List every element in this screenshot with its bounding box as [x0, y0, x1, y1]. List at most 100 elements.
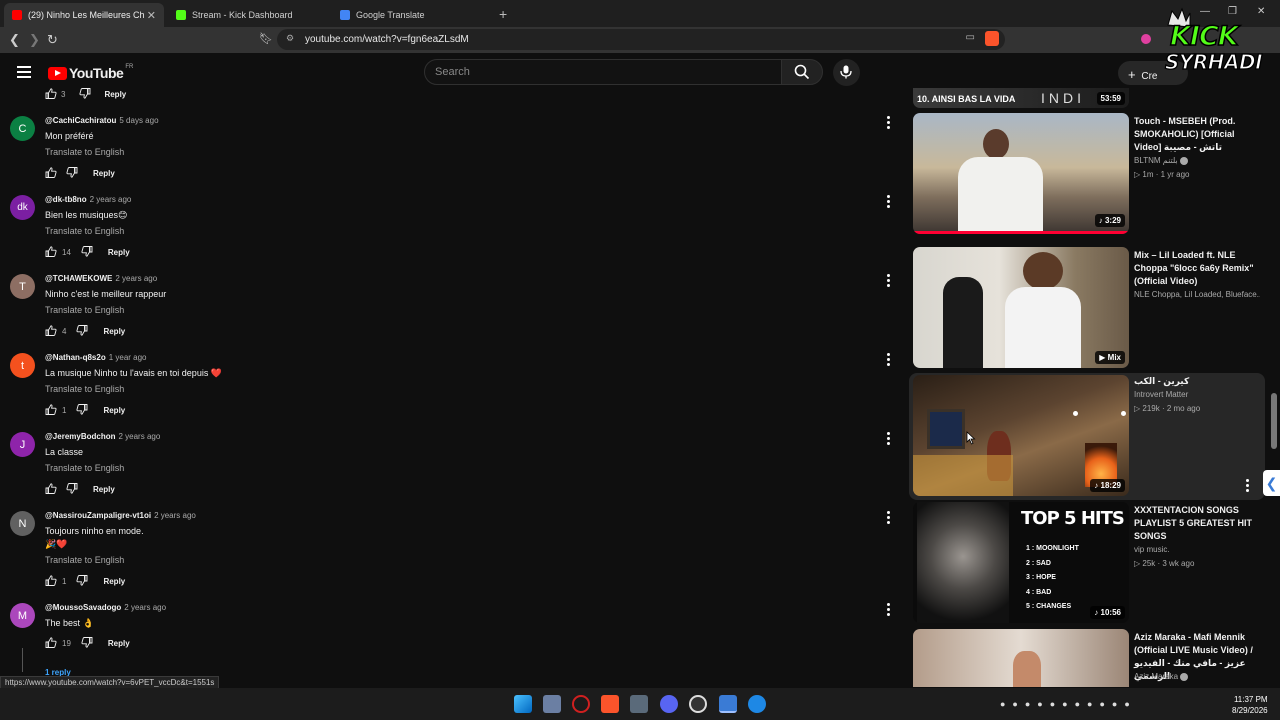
obs-icon[interactable]: [689, 695, 707, 713]
translate-button[interactable]: Translate to English: [45, 305, 124, 315]
video-item[interactable]: ▶ Mix Mix – Lil Loaded ft. NLE Choppa "6…: [905, 247, 1265, 372]
comment-author[interactable]: @NassirouZampaligre-vt1oi 2 years ago: [45, 511, 196, 520]
close-icon[interactable]: ✕: [147, 9, 156, 22]
reply-button[interactable]: Reply: [103, 406, 125, 415]
comment-author[interactable]: @TCHAWEKOWE 2 years ago: [45, 274, 157, 283]
dislike-icon[interactable]: [66, 483, 79, 495]
discord-icon[interactable]: [660, 695, 678, 713]
comment-author[interactable]: @dk-tb8no 2 years ago: [45, 195, 131, 204]
comment-date[interactable]: 2 years ago: [118, 432, 160, 441]
site-info-icon[interactable]: ⚙: [286, 33, 294, 44]
app-icon[interactable]: [630, 695, 648, 713]
video-title[interactable]: Touch - MSEBEH (Prod. SMOKAHOLIC) [Offic…: [1134, 115, 1258, 154]
dislike-icon[interactable]: [81, 637, 94, 649]
back-icon[interactable]: ❮: [9, 32, 20, 48]
app-icon[interactable]: [543, 695, 561, 713]
more-options-icon[interactable]: [886, 603, 890, 618]
comment-author[interactable]: @CachiCachiratou 5 days ago: [45, 116, 159, 125]
bookmark-icon[interactable]: 🔖︎: [259, 32, 273, 45]
windows-start-icon[interactable]: [514, 695, 532, 713]
comment-date[interactable]: 2 years ago: [154, 511, 196, 520]
avatar[interactable]: N: [10, 511, 35, 536]
video-title[interactable]: XXXTENTACION SONGS PLAYLIST 5 GREATEST H…: [1134, 504, 1258, 543]
avatar[interactable]: dk: [10, 195, 35, 220]
reload-icon[interactable]: ↻: [47, 32, 58, 48]
more-options-icon[interactable]: [886, 432, 890, 447]
app-icon[interactable]: [748, 695, 766, 713]
channel-name[interactable]: Aziz Maraka: [1134, 672, 1189, 681]
video-thumbnail[interactable]: ♪ 18:29: [913, 375, 1129, 496]
scrollbar-thumb[interactable]: [1271, 393, 1277, 449]
video-title[interactable]: Mix – Lil Loaded ft. NLE Choppa "6locc 6…: [1134, 249, 1258, 288]
brave-browser-icon[interactable]: [601, 695, 619, 713]
app-icon[interactable]: [719, 695, 737, 713]
avatar[interactable]: C: [10, 116, 35, 141]
video-title[interactable]: كيرين - الكب: [1134, 375, 1258, 388]
video-thumbnail[interactable]: 10. AINSI BAS LA VIDA INDI 53:59: [913, 88, 1129, 108]
comment-date[interactable]: 2 years ago: [115, 274, 157, 283]
reply-button[interactable]: Reply: [93, 485, 115, 494]
video-thumbnail[interactable]: [913, 629, 1129, 687]
more-options-icon[interactable]: [886, 353, 890, 368]
video-item[interactable]: ♪ 3:29 Touch - MSEBEH (Prod. SMOKAHOLIC)…: [905, 113, 1265, 238]
reply-button[interactable]: Reply: [104, 90, 126, 99]
comment-date[interactable]: 2 years ago: [124, 603, 166, 612]
new-tab-button[interactable]: +: [499, 6, 507, 22]
dislike-icon[interactable]: [79, 88, 92, 100]
clock[interactable]: 11:37 PM 8/29/2026: [1232, 694, 1268, 716]
dislike-icon[interactable]: [76, 404, 89, 416]
video-thumbnail[interactable]: TOP 5 HITS 1 : MOONLIGHT 2 : SAD 3 : HOP…: [913, 502, 1129, 623]
translate-button[interactable]: Translate to English: [45, 226, 124, 236]
like-icon[interactable]: [45, 404, 58, 416]
like-icon[interactable]: [45, 246, 58, 258]
menu-icon[interactable]: [17, 66, 31, 81]
avatar[interactable]: t: [10, 353, 35, 378]
more-options-icon[interactable]: [886, 511, 890, 526]
avatar[interactable]: T: [10, 274, 35, 299]
like-icon[interactable]: [45, 167, 58, 179]
video-thumbnail[interactable]: ▶ Mix: [913, 247, 1129, 368]
video-item[interactable]: Aziz Maraka - Mafi Mennik (Official LIVE…: [905, 629, 1265, 687]
tab-google-translate[interactable]: Google Translate: [332, 3, 492, 27]
more-options-icon[interactable]: [886, 195, 890, 210]
extension-icon[interactable]: [1141, 34, 1151, 44]
translate-button[interactable]: Translate to English: [45, 463, 124, 473]
video-item-hovered[interactable]: ♪ 18:29 كيرين - الكب Introvert Matter ▷ …: [909, 373, 1265, 500]
voice-search-button[interactable]: [833, 59, 860, 86]
channel-name[interactable]: Introvert Matter: [1134, 390, 1188, 399]
more-options-icon[interactable]: [1245, 479, 1249, 494]
dislike-icon[interactable]: [66, 167, 79, 179]
comment-author[interactable]: @Nathan-q8s2o 1 year ago: [45, 353, 147, 362]
comment-date[interactable]: 5 days ago: [119, 116, 158, 125]
reply-button[interactable]: Reply: [93, 169, 115, 178]
like-icon[interactable]: [45, 325, 58, 337]
more-options-icon[interactable]: [886, 116, 890, 131]
side-panel-toggle-icon[interactable]: ❮: [1263, 470, 1280, 496]
like-icon[interactable]: [45, 575, 58, 587]
video-thumbnail[interactable]: ♪ 3:29: [913, 113, 1129, 234]
youtube-logo[interactable]: YouTube FR: [48, 64, 133, 81]
forward-icon[interactable]: ❯: [29, 32, 40, 48]
reply-button[interactable]: Reply: [108, 248, 130, 257]
tab-youtube[interactable]: (29) Ninho Les Meilleures Ch... ✕: [4, 3, 164, 27]
channel-name[interactable]: vip music.: [1134, 545, 1170, 554]
search-button[interactable]: [781, 59, 823, 85]
avatar[interactable]: J: [10, 432, 35, 457]
translate-button[interactable]: Translate to English: [45, 384, 124, 394]
translate-button[interactable]: Translate to English: [45, 147, 124, 157]
reply-button[interactable]: Reply: [103, 327, 125, 336]
dislike-icon[interactable]: [76, 325, 89, 337]
dislike-icon[interactable]: [81, 246, 94, 258]
url-field[interactable]: ⚙ youtube.com/watch?v=fgn6eaZLsdM ▭: [277, 29, 1005, 50]
like-icon[interactable]: [45, 637, 58, 649]
app-icon[interactable]: [572, 695, 590, 713]
reply-button[interactable]: Reply: [103, 577, 125, 586]
channel-name[interactable]: NLE Choppa, Lil Loaded, Bluefacе...: [1134, 290, 1260, 299]
comment-author[interactable]: @MoussoSavadogo 2 years ago: [45, 603, 166, 612]
cast-icon[interactable]: ▭: [966, 32, 975, 43]
channel-name[interactable]: BLTNM بلتنم: [1134, 156, 1189, 165]
brave-shield-icon[interactable]: [985, 31, 999, 46]
system-tray-icons[interactable]: ●●●●●●●●●●●: [1000, 699, 1137, 709]
tab-kick-dashboard[interactable]: Stream - Kick Dashboard: [168, 3, 328, 27]
dislike-icon[interactable]: [76, 575, 89, 587]
